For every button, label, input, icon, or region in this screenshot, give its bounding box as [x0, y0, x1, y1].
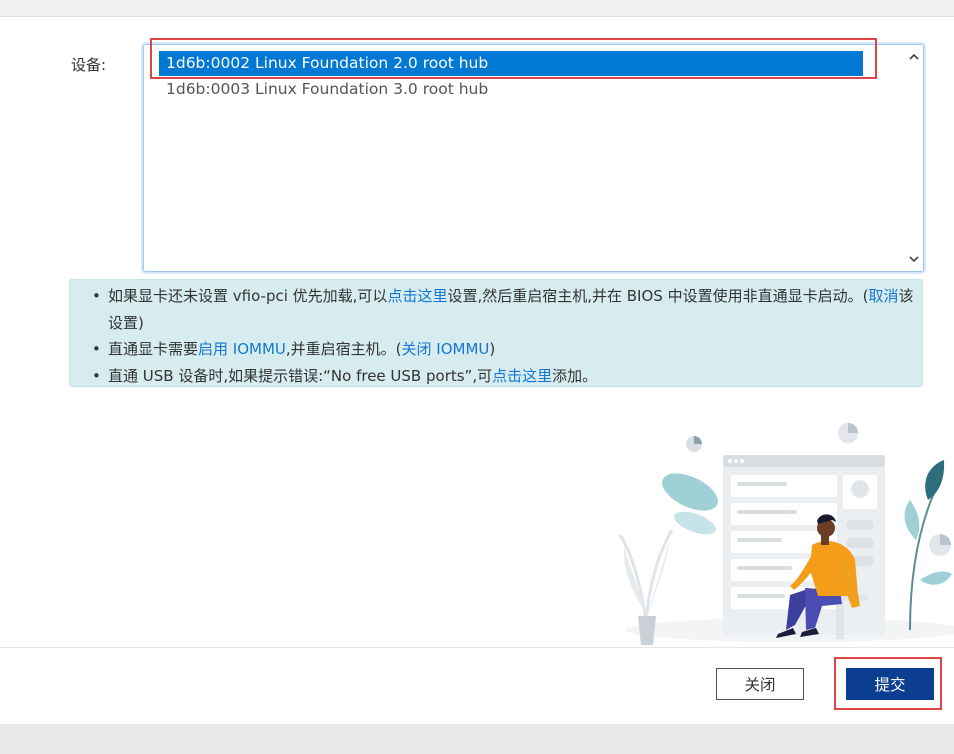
footer-divider	[0, 647, 954, 648]
notice-item-gpu-vfio: 如果显卡还未设置 vfio-pci 优先加载,可以点击这里设置,然后重启宿主机,…	[92, 283, 922, 336]
bottom-edge	[0, 724, 954, 754]
selected-device-highlight-box	[150, 38, 877, 79]
notice-item-usb-ports: 直通 USB 设备时,如果提示错误:“No free USB ports”,可点…	[92, 363, 922, 390]
notice-item-iommu: 直通显卡需要启用 IOMMU,并重启宿主机。(关闭 IOMMU)	[92, 336, 922, 363]
submit-button-highlight-box	[834, 657, 942, 710]
vfio-setup-link[interactable]: 点击这里	[387, 287, 447, 305]
chevron-up-icon[interactable]	[909, 52, 919, 62]
device-field-label: 设备:	[71, 56, 107, 74]
notice-text: ,并重启宿主机。(	[285, 340, 402, 358]
notice-text: 直通显卡需要	[108, 340, 199, 358]
person-with-dashboard-illustration	[618, 423, 954, 645]
device-option-usb3-root-hub[interactable]: 1d6b:0003 Linux Foundation 3.0 root hub	[159, 77, 863, 102]
disable-iommu-link[interactable]: 关闭 IOMMU	[402, 340, 490, 358]
top-edge	[0, 0, 954, 17]
notice-text: 如果显卡还未设置 vfio-pci 优先加载,可以	[108, 287, 388, 305]
enable-iommu-link[interactable]: 启用 IOMMU	[198, 340, 286, 358]
notice-text: 直通 USB 设备时,如果提示错误:“No free USB ports”,可	[108, 366, 493, 385]
notice-text: 添加。	[552, 366, 598, 385]
notice-panel: 如果显卡还未设置 vfio-pci 优先加载,可以点击这里设置,然后重启宿主机,…	[69, 279, 923, 390]
cancel-setting-link[interactable]: 取消	[868, 287, 898, 305]
listbox-scrollbar[interactable]	[905, 45, 923, 271]
notice-text: 设置,然后重启宿主机,并在 BIOS 中设置使用非直通显卡启动。(	[447, 287, 869, 305]
close-button[interactable]: 关闭	[716, 668, 804, 700]
notice-text: )	[489, 340, 496, 358]
add-usb-ports-link[interactable]: 点击这里	[492, 367, 552, 385]
chevron-down-icon[interactable]	[909, 254, 919, 264]
